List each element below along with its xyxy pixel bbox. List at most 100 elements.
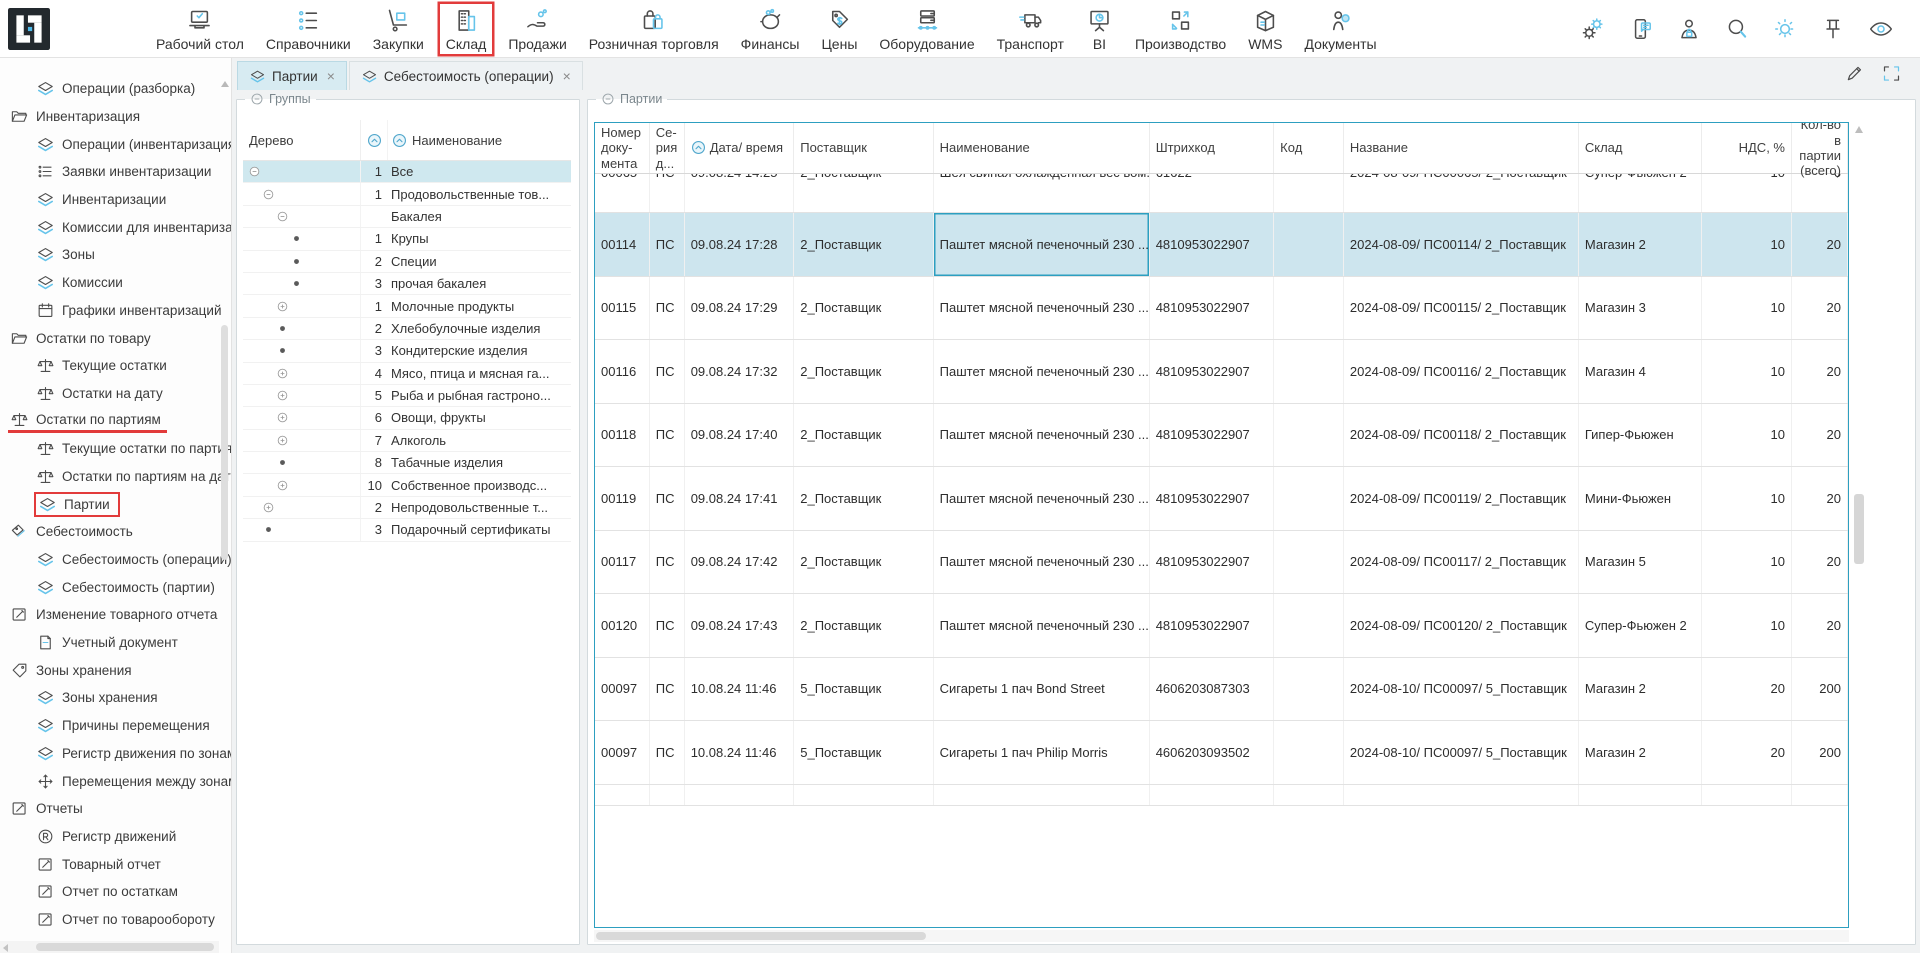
collapse-panel-icon[interactable] [250, 92, 264, 106]
sidebar-item[interactable]: Зоны хранения [0, 684, 231, 712]
column-header-tree[interactable]: Дерево [243, 120, 361, 160]
menu-item[interactable]: Финансы [735, 4, 806, 54]
cell-qty[interactable]: 20 [1792, 404, 1848, 467]
cell-qty[interactable]: 200 [1792, 658, 1848, 721]
tab[interactable]: Себестоимость (операции) × [349, 61, 583, 90]
cell-supplier[interactable]: 2_Поставщик [794, 404, 933, 467]
group-tree-row[interactable]: 10 Собственное производс... [243, 474, 571, 496]
chat-device-icon[interactable] [1628, 16, 1654, 42]
cell-name[interactable]: Сигареты 1 пач Bond Street [934, 658, 1150, 721]
cell-datetime[interactable]: 09.08.24 17:32 [685, 340, 795, 403]
cell-warehouse[interactable]: Магазин 4 [1579, 340, 1702, 403]
cell-warehouse[interactable]: Супер-Фьюжен 2 [1579, 174, 1702, 212]
cell-title[interactable]: 2024-08-09/ ПС00114/ 2_Поставщик [1344, 213, 1579, 276]
scroll-up-arrow-icon[interactable] [221, 81, 229, 87]
cell-series[interactable]: ПС [650, 404, 685, 467]
tree-minus-icon[interactable] [262, 188, 275, 201]
tab[interactable]: Партии × [237, 61, 347, 90]
party-table-row[interactable]: 00120 ПС 09.08.24 17:43 2_Поставщик Пашт… [595, 594, 1848, 658]
tree-dot-icon[interactable] [290, 232, 303, 245]
cell-warehouse[interactable]: Магазин 2 [1579, 721, 1702, 784]
cell-datetime[interactable]: 09.08.24 17:41 [685, 467, 795, 530]
settings-gears-icon[interactable] [1580, 16, 1606, 42]
group-tree-row[interactable]: 1 Крупы [243, 228, 571, 250]
cell-doc-number[interactable]: 00120 [595, 594, 650, 657]
scroll-up-arrow-icon[interactable] [1855, 126, 1863, 133]
tree-plus-icon[interactable] [276, 434, 289, 447]
party-table-row[interactable]: 00065 ПС 09.08.24 14:25 2_Поставщик Шея … [595, 174, 1848, 213]
cell-code[interactable] [1274, 721, 1344, 784]
cell-vat[interactable]: 20 [1702, 721, 1792, 784]
brightness-icon[interactable] [1772, 16, 1798, 42]
cell-name[interactable]: Шея свиная охлажденная вес вом... [934, 174, 1150, 212]
tree-plus-icon[interactable] [276, 300, 289, 313]
group-tree-row[interactable]: 1 Все [243, 161, 571, 183]
column-header-qty[interactable]: Кол-во в партии (всего) [1792, 123, 1848, 173]
cell-doc-number[interactable]: 00119 [595, 467, 650, 530]
tree-minus-icon[interactable] [276, 210, 289, 223]
tree-plus-icon[interactable] [276, 411, 289, 424]
column-header-supplier[interactable]: Поставщик [794, 123, 933, 173]
cell-doc-number[interactable]: 00117 [595, 531, 650, 594]
cell-vat[interactable]: 10 [1702, 340, 1792, 403]
sidebar-item[interactable]: Регистр движения по зонам [0, 740, 231, 768]
cell-name[interactable]: Паштет мясной печеночный 230 ... [934, 277, 1150, 340]
cell-barcode[interactable]: 4810953022907 [1150, 340, 1274, 403]
sidebar-item[interactable]: Учетный документ [0, 629, 231, 657]
cell-name[interactable]: Паштет мясной печеночный 230 ... [934, 340, 1150, 403]
menu-item[interactable]: Цены [815, 4, 863, 54]
cell-barcode[interactable]: 4810953022907 [1150, 467, 1274, 530]
cell-datetime[interactable]: 09.08.24 17:29 [685, 277, 795, 340]
cell-vat[interactable]: 20 [1702, 658, 1792, 721]
cell-supplier[interactable]: 2_Поставщик [794, 213, 933, 276]
sidebar-item[interactable]: Остатки по партиям [0, 407, 231, 435]
cell-code[interactable] [1274, 594, 1344, 657]
group-tree-row[interactable]: Бакалея [243, 206, 571, 228]
column-header-warehouse[interactable]: Склад [1579, 123, 1702, 173]
sidebar-horizontal-scrollbar[interactable] [0, 941, 219, 953]
cell-qty[interactable]: 20 [1792, 594, 1848, 657]
sidebar-item[interactable]: Остатки на дату [0, 380, 231, 408]
menu-item[interactable]: Производство [1129, 4, 1232, 54]
cell-datetime[interactable]: 10.08.24 11:46 [685, 721, 795, 784]
group-tree-row[interactable]: 3 прочая бакалея [243, 273, 571, 295]
menu-item[interactable]: Оборудование [873, 4, 980, 54]
cell-datetime[interactable]: 09.08.24 17:28 [685, 213, 795, 276]
cell-code[interactable] [1274, 277, 1344, 340]
eye-icon[interactable] [1868, 16, 1894, 42]
cell-series[interactable]: ПС [650, 658, 685, 721]
group-tree-row[interactable]: 3 Кондитерские изделия [243, 340, 571, 362]
tree-plus-icon[interactable] [262, 501, 275, 514]
cell-barcode[interactable]: 61622 [1150, 174, 1274, 212]
column-header-sort[interactable] [361, 120, 388, 160]
cell-series[interactable]: ПС [650, 531, 685, 594]
cell-datetime[interactable]: 10.08.24 11:46 [685, 658, 795, 721]
group-tree-row[interactable]: 2 Хлебобулочные изделия [243, 318, 571, 340]
cell-series[interactable]: ПС [650, 174, 685, 212]
cell-vat[interactable]: 10 [1702, 404, 1792, 467]
group-tree-row[interactable]: 2 Специи [243, 251, 571, 273]
cell-doc-number[interactable]: 00065 [595, 174, 650, 212]
cell-vat[interactable]: 10 [1702, 277, 1792, 340]
menu-item[interactable]: Розничная торговля [583, 4, 725, 54]
column-header-code[interactable]: Код [1274, 123, 1344, 173]
cell-name[interactable]: Паштет мясной печеночный 230 ... [934, 467, 1150, 530]
cell-warehouse[interactable]: Гипер-Фьюжен [1579, 404, 1702, 467]
column-header-datetime[interactable]: Дата/ время [685, 123, 795, 173]
cell-doc-number[interactable]: 00118 [595, 404, 650, 467]
cell-warehouse[interactable]: Супер-Фьюжен 2 [1579, 594, 1702, 657]
cell-name[interactable]: Паштет мясной печеночный 230 ... [934, 404, 1150, 467]
group-tree-row[interactable]: 5 Рыба и рыбная гастроно... [243, 385, 571, 407]
sidebar-item[interactable]: Инвентаризация [0, 103, 231, 131]
cell-name[interactable]: Паштет мясной печеночный 230 ... [934, 531, 1150, 594]
menu-item[interactable]: Документы [1298, 4, 1382, 54]
sidebar-item[interactable]: Остатки по товару [0, 324, 231, 352]
cell-qty[interactable]: 20 [1792, 213, 1848, 276]
sidebar-item[interactable]: Текущие остатки [0, 352, 231, 380]
cell-supplier[interactable]: 2_Поставщик [794, 174, 933, 212]
cell-supplier[interactable]: 2_Поставщик [794, 340, 933, 403]
cell-title[interactable]: 2024-08-09/ ПС00120/ 2_Поставщик [1344, 594, 1579, 657]
cell-title[interactable]: 2024-08-09/ ПС00119/ 2_Поставщик [1344, 467, 1579, 530]
sidebar-item[interactable]: Причины перемещения [0, 712, 231, 740]
cell-supplier[interactable]: 2_Поставщик [794, 594, 933, 657]
